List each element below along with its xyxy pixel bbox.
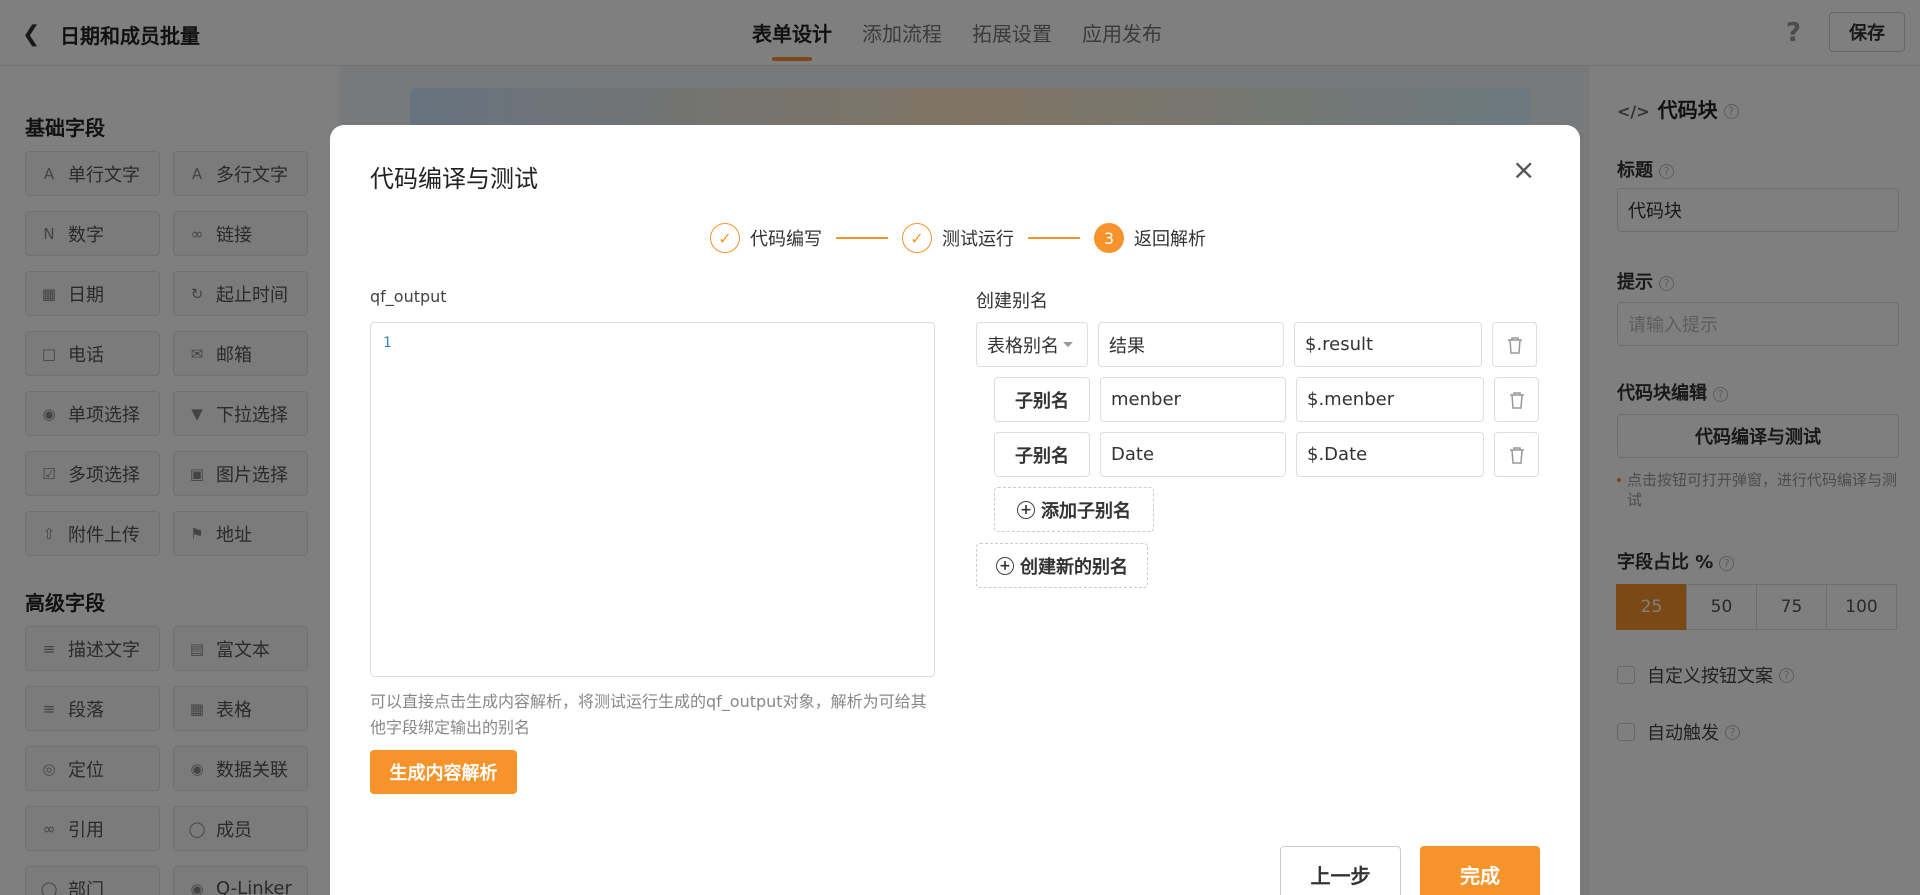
step-label: 返回解析 [1134,229,1206,250]
alias-name-input[interactable]: menber [1100,377,1286,422]
line-number: 1 [383,335,392,351]
plus-icon: + [1017,500,1035,519]
step-code-write: ✓ 代码编写 [710,223,822,253]
close-icon[interactable]: × [1512,153,1535,186]
output-code-editor[interactable]: 1 [370,322,935,677]
step-label: 代码编写 [750,229,822,250]
delete-alias-button[interactable] [1494,432,1539,477]
add-sub-alias-button[interactable]: + 添加子别名 [994,487,1154,532]
done-button[interactable]: 完成 [1420,846,1540,895]
sub-alias-row: 子别名 Date $.Date [994,432,1539,477]
modal-title: 代码编译与测试 [370,165,538,193]
delete-alias-button[interactable] [1494,377,1539,422]
sub-alias-tag: 子别名 [994,377,1090,422]
step-number: 3 [1094,223,1124,253]
step-test-run: ✓ 测试运行 [902,223,1014,253]
create-alias-label: 创建新的别名 [1020,556,1128,578]
alias-name-input[interactable]: 结果 [1098,322,1284,367]
sub-alias-row: 子别名 menber $.menber [994,377,1539,422]
step-connector [1028,237,1080,239]
alias-row: 表格别名 结果 $.result [976,322,1537,367]
step-connector [836,237,888,239]
step-label: 测试运行 [942,229,1014,250]
alias-type-select[interactable]: 表格别名 [976,322,1088,367]
create-alias-button[interactable]: + 创建新的别名 [976,543,1148,588]
alias-name-input[interactable]: Date [1100,432,1286,477]
previous-step-button[interactable]: 上一步 [1280,846,1401,895]
step-return-parse: 3 返回解析 [1094,223,1206,253]
step-indicator: ✓ 代码编写 ✓ 测试运行 3 返回解析 [710,223,1206,253]
code-compile-modal: 代码编译与测试 × ✓ 代码编写 ✓ 测试运行 3 返回解析 qf_output 1 … [330,125,1580,895]
sub-alias-tag: 子别名 [994,432,1090,477]
trash-icon [1509,391,1524,409]
check-icon: ✓ [902,223,932,253]
alias-path-input[interactable]: $.menber [1296,377,1484,422]
add-sub-alias-label: 添加子别名 [1041,500,1131,522]
check-icon: ✓ [710,223,740,253]
alias-path-input[interactable]: $.Date [1296,432,1484,477]
alias-path-input[interactable]: $.result [1294,322,1482,367]
plus-icon: + [996,556,1014,575]
generate-parse-button[interactable]: 生成内容解析 [370,750,517,794]
alias-title: 创建别名 [976,291,1048,312]
delete-alias-button[interactable] [1492,322,1537,367]
trash-icon [1509,446,1524,464]
trash-icon [1507,336,1522,354]
parse-hint: 可以直接点击生成内容解析，将测试运行生成的qf_output对象，解析为可给其他… [370,692,927,737]
output-label: qf_output [370,287,447,306]
